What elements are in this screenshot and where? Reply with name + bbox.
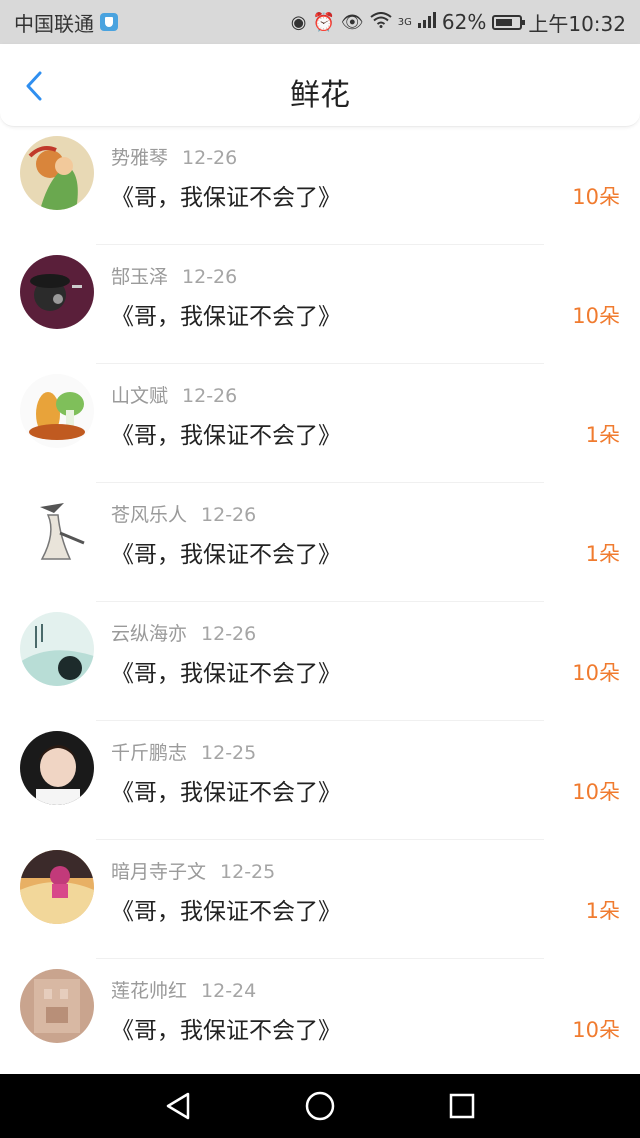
- user-name: 郜玉泽: [111, 266, 169, 288]
- book-title: 《哥，我保证不会了》: [111, 423, 341, 449]
- list-item[interactable]: 云纵海亦 12-26 《哥，我保证不会了》 10朵: [0, 602, 640, 721]
- avatar[interactable]: [20, 850, 94, 924]
- record-meta: 莲花帅红 12-24: [111, 976, 256, 1003]
- network-type: 3G: [397, 16, 412, 28]
- user-name: 山文赋: [111, 385, 169, 407]
- avatar[interactable]: [20, 493, 94, 567]
- book-title: 《哥，我保证不会了》: [111, 304, 341, 330]
- record-meta: 千斤鹏志 12-25: [111, 738, 256, 765]
- record-date: 12-26: [182, 147, 238, 169]
- flower-record-list: 势雅琴 12-26 《哥，我保证不会了》 10朵 郜玉泽 12-26 《哥，我保证不…: [0, 126, 640, 1074]
- record-meta: 苍风乐人 12-26: [111, 500, 256, 527]
- nav-back-button[interactable]: [158, 1088, 198, 1124]
- header: 鲜花: [0, 44, 640, 127]
- book-title: 《哥，我保证不会了》: [111, 1018, 341, 1044]
- signal-icon: [417, 11, 436, 33]
- avatar[interactable]: [20, 969, 94, 1043]
- user-name: 云纵海亦: [111, 623, 188, 645]
- list-item[interactable]: 苍风乐人 12-26 《哥，我保证不会了》 1朵: [0, 483, 640, 602]
- user-name: 暗月寺子文: [111, 861, 207, 883]
- triangle-back-icon: [166, 1092, 190, 1120]
- book-title: 《哥，我保证不会了》: [111, 185, 341, 211]
- nav-home-button[interactable]: [300, 1088, 340, 1124]
- flower-count: 1朵: [585, 542, 620, 566]
- flower-count: 1朵: [585, 899, 620, 923]
- battery-icon: [492, 14, 526, 30]
- user-name: 势雅琴: [111, 147, 169, 169]
- record-meta: 势雅琴 12-26: [111, 143, 237, 170]
- record-meta: 郜玉泽 12-26: [111, 262, 237, 289]
- record-meta: 云纵海亦 12-26: [111, 619, 256, 646]
- status-bar: 中国联通 ◉ ⏰ 👁 3G 62% 上午10:32: [0, 0, 640, 44]
- circle-home-icon: [305, 1091, 335, 1121]
- clock: 上午10:32: [528, 11, 626, 36]
- flower-count: 10朵: [572, 1018, 620, 1042]
- avatar[interactable]: [20, 255, 94, 329]
- user-name: 莲花帅红: [111, 980, 188, 1002]
- record-date: 12-26: [201, 623, 257, 645]
- record-meta: 山文赋 12-26: [111, 381, 237, 408]
- book-title: 《哥，我保证不会了》: [111, 780, 341, 806]
- avatar[interactable]: [20, 612, 94, 686]
- record-date: 12-25: [220, 861, 276, 883]
- flower-count: 10朵: [572, 661, 620, 685]
- square-recents-icon: [449, 1093, 475, 1119]
- eye-icon: 👁: [340, 11, 364, 33]
- flower-count: 10朵: [572, 780, 620, 804]
- carrier-name: 中国联通: [14, 11, 94, 36]
- list-item[interactable]: 势雅琴 12-26 《哥，我保证不会了》 10朵: [0, 126, 640, 245]
- avatar[interactable]: [20, 731, 94, 805]
- record-meta: 暗月寺子文 12-25: [111, 857, 275, 884]
- data-saver-icon: ◉: [290, 11, 307, 33]
- flower-count: 10朵: [572, 185, 620, 209]
- record-date: 12-26: [201, 504, 257, 526]
- list-item[interactable]: 山文赋 12-26 《哥，我保证不会了》 1朵: [0, 364, 640, 483]
- alarm-icon: ⏰: [312, 11, 335, 33]
- system-nav-bar: [0, 1074, 640, 1138]
- nav-recents-button[interactable]: [442, 1088, 482, 1124]
- flower-count: 10朵: [572, 304, 620, 328]
- list-item[interactable]: 郜玉泽 12-26 《哥，我保证不会了》 10朵: [0, 245, 640, 364]
- record-date: 12-24: [201, 980, 257, 1002]
- list-item[interactable]: 暗月寺子文 12-25 《哥，我保证不会了》 1朵: [0, 840, 640, 959]
- book-title: 《哥，我保证不会了》: [111, 661, 341, 687]
- battery-percent: 62%: [441, 10, 487, 34]
- user-name: 苍风乐人: [111, 504, 188, 526]
- avatar[interactable]: [20, 136, 94, 210]
- security-shield-icon: [100, 13, 118, 31]
- book-title: 《哥，我保证不会了》: [111, 899, 341, 925]
- record-date: 12-25: [201, 742, 257, 764]
- record-date: 12-26: [182, 385, 238, 407]
- wifi-icon: [370, 11, 392, 33]
- list-item[interactable]: 千斤鹏志 12-25 《哥，我保证不会了》 10朵: [0, 721, 640, 840]
- flower-count: 1朵: [585, 423, 620, 447]
- page-title: 鲜花: [290, 78, 350, 113]
- avatar[interactable]: [20, 374, 94, 448]
- status-left: 中国联通: [14, 8, 118, 37]
- status-right: ◉ ⏰ 👁 3G 62% 上午10:32: [291, 8, 626, 37]
- list-item[interactable]: 莲花帅红 12-24 《哥，我保证不会了》 10朵: [0, 959, 640, 1074]
- user-name: 千斤鹏志: [111, 742, 188, 764]
- book-title: 《哥，我保证不会了》: [111, 542, 341, 568]
- record-date: 12-26: [182, 266, 238, 288]
